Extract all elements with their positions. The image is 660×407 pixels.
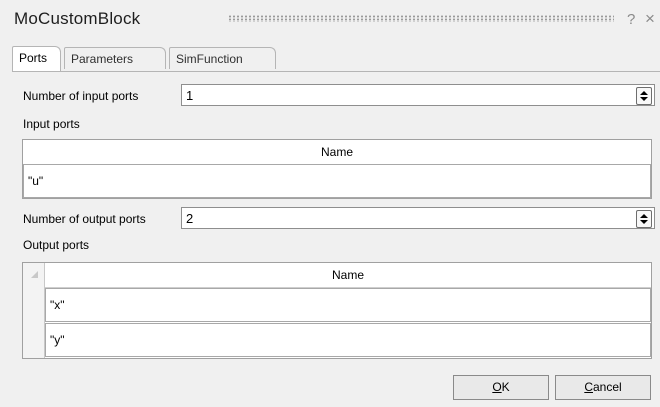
ok-mnemonic: O — [492, 380, 502, 394]
cancel-button[interactable]: Cancel — [555, 375, 651, 400]
output-port-name-cell-2[interactable]: "y" — [45, 323, 651, 357]
input-count-stepper[interactable] — [636, 87, 652, 105]
output-count-value: 2 — [186, 211, 194, 226]
output-ports-table: Name "x" "y" — [22, 262, 652, 359]
window-title: MoCustomBlock — [14, 9, 141, 28]
input-port-name-cell[interactable]: "u" — [23, 164, 651, 198]
tab-simfunction[interactable]: SimFunction — [169, 47, 276, 69]
output-ports-label: Output ports — [23, 238, 90, 252]
chevron-up-icon[interactable] — [640, 214, 648, 218]
input-ports-table: Name "u" — [22, 139, 652, 199]
cancel-label-rest: ancel — [592, 380, 622, 394]
input-count-label: Number of input ports — [23, 89, 139, 103]
input-count-spinbox[interactable]: 1 — [181, 84, 655, 106]
ok-label-rest: K — [501, 380, 510, 394]
tab-divider — [12, 71, 660, 72]
help-icon[interactable]: ? — [627, 11, 635, 28]
output-count-stepper[interactable] — [636, 210, 652, 228]
row-header-column — [23, 263, 45, 358]
drag-grip[interactable] — [228, 15, 614, 22]
output-count-label: Number of output ports — [23, 212, 146, 226]
output-port-name-cell-1[interactable]: "x" — [45, 288, 651, 322]
chevron-down-icon[interactable] — [640, 220, 648, 224]
cancel-mnemonic: C — [584, 380, 593, 394]
select-all-corner[interactable] — [31, 271, 38, 278]
chevron-up-icon[interactable] — [640, 91, 648, 95]
tab-parameters[interactable]: Parameters — [64, 47, 166, 69]
input-ports-label: Input ports — [23, 117, 80, 131]
input-name-column-header[interactable]: Name — [23, 140, 651, 165]
ok-button[interactable]: OK — [453, 375, 549, 400]
chevron-down-icon[interactable] — [640, 97, 648, 101]
close-icon[interactable]: × — [645, 9, 655, 29]
tab-ports[interactable]: Ports — [12, 46, 61, 71]
output-name-column-header[interactable]: Name — [45, 263, 651, 288]
input-count-value: 1 — [186, 88, 194, 103]
title-bar[interactable]: MoCustomBlock ? × — [0, 0, 660, 30]
output-count-spinbox[interactable]: 2 — [181, 207, 655, 229]
